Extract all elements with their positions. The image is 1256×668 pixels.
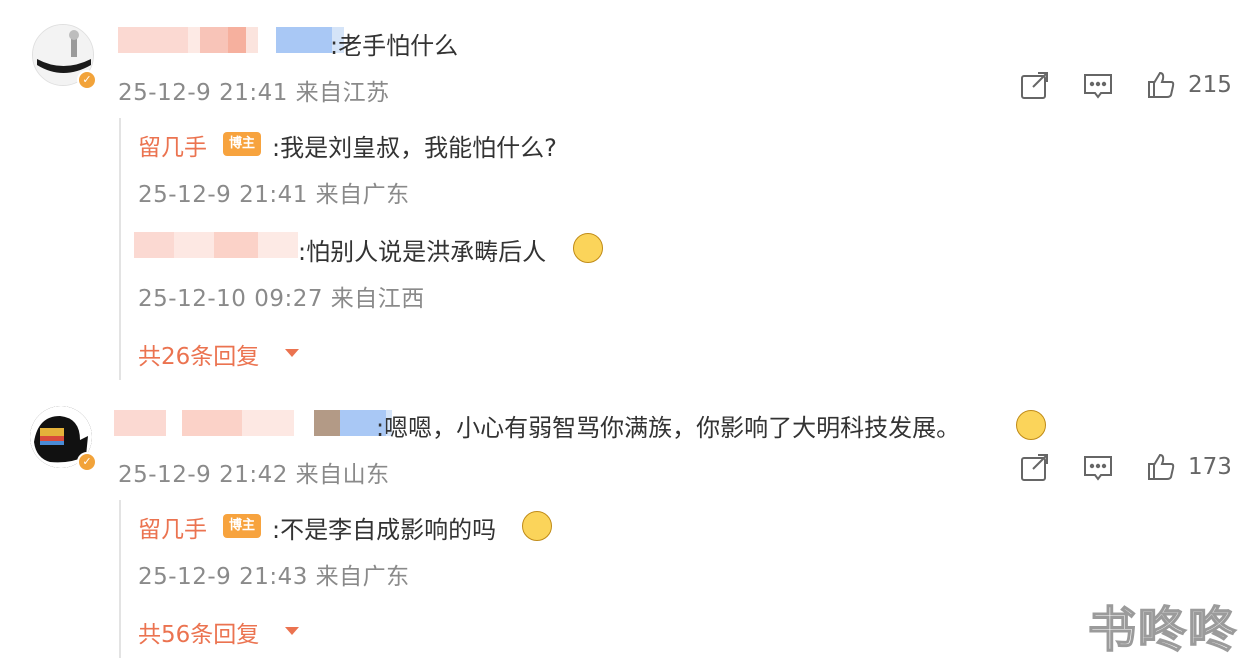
comment-meta: 25-12-9 21:41 来自江苏 (118, 80, 390, 106)
like-button[interactable]: 173 (1146, 452, 1232, 482)
more-replies-label[interactable]: 共26条回复 (138, 337, 259, 371)
comment-button[interactable] (1082, 70, 1114, 102)
shocked-emoji-icon (522, 511, 552, 541)
reply-text: :不是李自成影响的吗 (272, 516, 497, 544)
share-icon (1021, 454, 1048, 481)
reply-author[interactable]: 留几手 (138, 510, 207, 544)
like-icon (1148, 453, 1175, 480)
share-button[interactable] (1019, 70, 1051, 102)
comment-button[interactable] (1082, 452, 1114, 484)
reply-text: :我是刘皇叔，我能怕什么? (272, 134, 557, 162)
comment-icon (1084, 74, 1112, 99)
like-count: 173 (1188, 454, 1232, 480)
reply-meta: 25-12-9 21:43 来自广东 (138, 564, 410, 590)
verified-icon: ✓ (77, 452, 97, 472)
like-count: 215 (1188, 72, 1232, 98)
reply-meta: 25-12-10 09:27 来自江西 (138, 286, 425, 312)
username-blurred[interactable] (118, 27, 344, 53)
verified-icon: ✓ (77, 70, 97, 90)
username-blurred[interactable] (134, 232, 298, 258)
reply-divider (119, 500, 121, 658)
username-blurred[interactable] (114, 410, 392, 436)
share-button[interactable] (1019, 452, 1051, 484)
reply-author[interactable]: 留几手 (138, 128, 207, 162)
comment-meta: 25-12-9 21:42 来自山东 (118, 462, 390, 488)
caret-down-icon (285, 627, 299, 635)
comment-text: :老手怕什么 (330, 32, 459, 60)
more-replies-label[interactable]: 共56条回复 (138, 615, 259, 649)
share-icon (1021, 72, 1048, 99)
blogger-badge: 博主 (223, 514, 262, 538)
reply-divider (119, 118, 121, 380)
watermark: 书咚咚 (1087, 601, 1239, 659)
comment-text: :嗯嗯，小心有弱智骂你满族，你影响了大明科技发展。 (376, 414, 961, 442)
like-button[interactable]: 215 (1146, 70, 1232, 100)
comment-icon (1084, 456, 1112, 481)
dog-emoji-icon (573, 233, 603, 263)
reply-meta: 25-12-9 21:41 来自广东 (138, 182, 410, 208)
caret-down-icon (285, 349, 299, 357)
glasses-emoji-icon (1016, 410, 1046, 440)
like-icon (1148, 71, 1175, 98)
blogger-badge: 博主 (223, 132, 262, 156)
reply-text: :怕别人说是洪承畴后人 (298, 238, 547, 266)
